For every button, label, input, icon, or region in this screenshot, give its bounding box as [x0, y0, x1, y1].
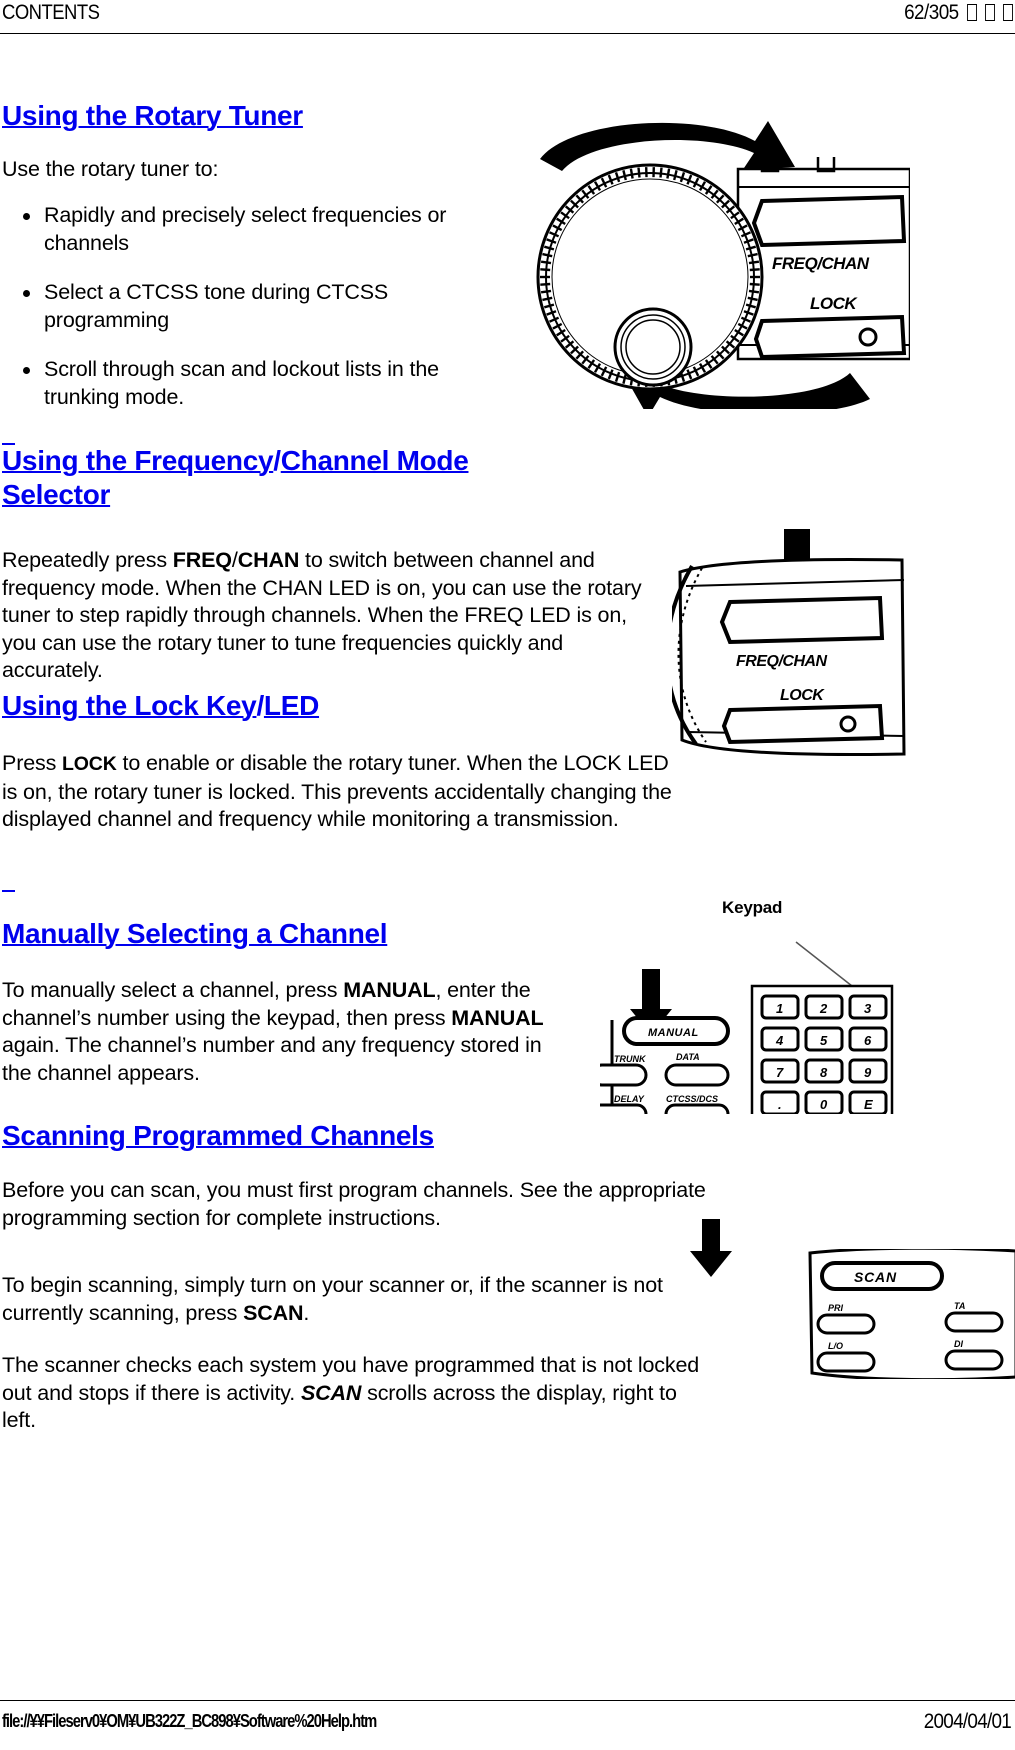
- heading-slash-1: /: [273, 445, 281, 476]
- keyword-manual-1: MANUAL: [343, 978, 436, 1002]
- down-arrow-svg-scan: [690, 1219, 732, 1277]
- keypad-key-7: 7: [776, 1065, 784, 1080]
- keypad-key-2: 2: [819, 1001, 828, 1016]
- keypad-key-1: 1: [776, 1001, 783, 1016]
- freq-chan-svg: FREQ/CHAN LOCK: [665, 529, 906, 756]
- keyword-scan-1: SCAN: [243, 1300, 304, 1325]
- keypad-key-0: 0: [820, 1097, 828, 1112]
- freq-chan-button-illustration: FREQ/CHAN LOCK: [665, 524, 922, 764]
- page-header: CONTENTS 62/305: [0, 0, 1015, 34]
- paragraph-manual-pre: To manually select a channel, press: [2, 978, 344, 1002]
- paragraph-freq-chan: Repeatedly press FREQ/CHAN to switch bet…: [2, 547, 662, 685]
- missing-glyph-icon-1: [967, 4, 977, 21]
- scan-button-illustration: SCAN PRI TA L/O DI: [806, 1246, 1015, 1382]
- paragraph-scanning-1: Before you can scan, you must first prog…: [2, 1178, 706, 1230]
- heading-text-rotary-tuner: Using the Rotary Tuner: [2, 100, 303, 131]
- paragraph-freq-pre: Repeatedly press: [2, 548, 173, 572]
- footer-date: 2004/04/01: [923, 1710, 1012, 1733]
- list-item: Select a CTCSS tone during CTCSS program…: [23, 279, 472, 334]
- list-rotary-tuner-uses: Rapidly and precisely select frequencies…: [2, 202, 472, 433]
- heading-text-lock-key: Using the Lock Key: [2, 690, 257, 721]
- heading-text-led: LED: [263, 690, 320, 721]
- paragraph-lock-key: Press LOCK to enable or disable the rota…: [2, 750, 682, 834]
- figure-label-lo: L/O: [828, 1341, 843, 1351]
- keypad-key-5: 5: [820, 1033, 828, 1048]
- rotary-tuner-illustration: FREQ/CHAN LOCK: [510, 109, 912, 417]
- page-footer: file://¥¥Fileserv0¥OM¥UB322Z_BC898¥Softw…: [0, 1700, 1015, 1750]
- keypad-illustration: MANUAL TRUNK DATA DELAY CTCSS/DCS 1 2 3 …: [590, 924, 900, 1128]
- paragraph-manual-channel: To manually select a channel, press MANU…: [2, 977, 562, 1087]
- anchor-link-dash-2[interactable]: [2, 890, 15, 892]
- heading-slash-2: /: [256, 690, 264, 721]
- list-item: Rapidly and precisely select frequencies…: [23, 202, 472, 257]
- figure-label-freq-chan: FREQ/CHAN: [772, 254, 870, 273]
- paragraph-rotary-intro: Use the rotary tuner to:: [2, 157, 219, 181]
- keypad-key-3: 3: [864, 1001, 872, 1016]
- document-content: Using the Rotary Tuner Use the rotary tu…: [0, 34, 1015, 1700]
- paragraph-scanning-2: To begin scanning, simply turn on your s…: [2, 1272, 702, 1327]
- down-arrow-icon-scan: [690, 1219, 732, 1277]
- figure-label-lock-2: LOCK: [780, 687, 825, 704]
- figure-label-freq-chan-2: FREQ/CHAN: [736, 653, 828, 670]
- figure-label-delay: DELAY: [614, 1094, 645, 1104]
- callout-leader-line: [795, 941, 853, 987]
- heading-using-the-frequency-channel-mode-selector[interactable]: Using the Frequency/Channel Mode Selecto…: [2, 444, 542, 512]
- figure-label-data: DATA: [676, 1052, 700, 1062]
- figure-label-trunk: TRUNK: [614, 1054, 647, 1064]
- keypad-key-4: 4: [775, 1033, 784, 1048]
- list-item: Scroll through scan and lockout lists in…: [23, 356, 472, 411]
- footer-file-path: file://¥¥Fileserv0¥OM¥UB322Z_BC898¥Softw…: [2, 1711, 377, 1731]
- keyword-scan-2: SCAN: [300, 1380, 362, 1405]
- heading-using-the-rotary-tuner[interactable]: Using the Rotary Tuner: [2, 99, 303, 133]
- heading-text-manual-channel: Manually Selecting a Channel: [2, 918, 388, 949]
- header-page-indicator: 62/305: [904, 0, 1013, 26]
- paragraph-manual-post: again. The channel’s number and any freq…: [2, 1033, 542, 1085]
- page-number-text: 62/305: [904, 1, 959, 24]
- heading-text-scanning: Scanning Programmed Channels: [2, 1120, 434, 1151]
- keypad-key-dot: .: [778, 1097, 782, 1112]
- scan-down-arrow: [688, 1219, 734, 1279]
- keypad-svg: MANUAL TRUNK DATA DELAY CTCSS/DCS 1 2 3 …: [590, 941, 894, 1128]
- paragraph-scanning-3: The scanner checks each system you have …: [2, 1352, 702, 1435]
- figure-label-ta: TA: [954, 1301, 965, 1311]
- figure-label-pri: PRI: [828, 1303, 844, 1313]
- missing-glyph-icon-2: [985, 4, 995, 21]
- heading-scanning-programmed-channels[interactable]: Scanning Programmed Channels: [2, 1119, 434, 1153]
- paragraph-scan2-pre: To begin scanning, simply turn on your s…: [2, 1273, 663, 1325]
- figure-label-ctcss-dcs: CTCSS/DCS: [666, 1094, 718, 1104]
- heading-manually-selecting-a-channel[interactable]: Manually Selecting a Channel: [2, 917, 388, 951]
- header-contents-label[interactable]: CONTENTS: [2, 0, 100, 26]
- keypad-key-8: 8: [820, 1065, 828, 1080]
- figure-label-scan: SCAN: [854, 1269, 897, 1285]
- keyword-chan: CHAN: [237, 548, 300, 572]
- paragraph-scan2-post: .: [303, 1300, 310, 1325]
- rotary-tuner-svg: FREQ/CHAN LOCK: [536, 121, 912, 417]
- keypad-key-9: 9: [864, 1065, 872, 1080]
- figure-label-di: DI: [954, 1339, 963, 1349]
- scan-svg: SCAN PRI TA L/O DI: [808, 1246, 1015, 1382]
- missing-glyph-icon-3: [1003, 4, 1013, 21]
- keypad-key-6: 6: [864, 1033, 872, 1048]
- figure-label-manual: MANUAL: [648, 1027, 699, 1039]
- keyword-lock: LOCK: [62, 753, 117, 775]
- keyword-manual-2: MANUAL: [451, 1005, 544, 1030]
- heading-using-the-lock-key-led[interactable]: Using the Lock Key/LED: [2, 689, 319, 723]
- paragraph-lock-pre: Press: [2, 751, 63, 775]
- heading-text-frequency: Using the Frequency: [2, 445, 274, 476]
- figure-label-lock: LOCK: [810, 294, 858, 313]
- figure-callout-keypad: Keypad: [722, 898, 783, 917]
- keypad-key-e: E: [864, 1097, 873, 1112]
- keyword-freq: FREQ: [172, 548, 232, 572]
